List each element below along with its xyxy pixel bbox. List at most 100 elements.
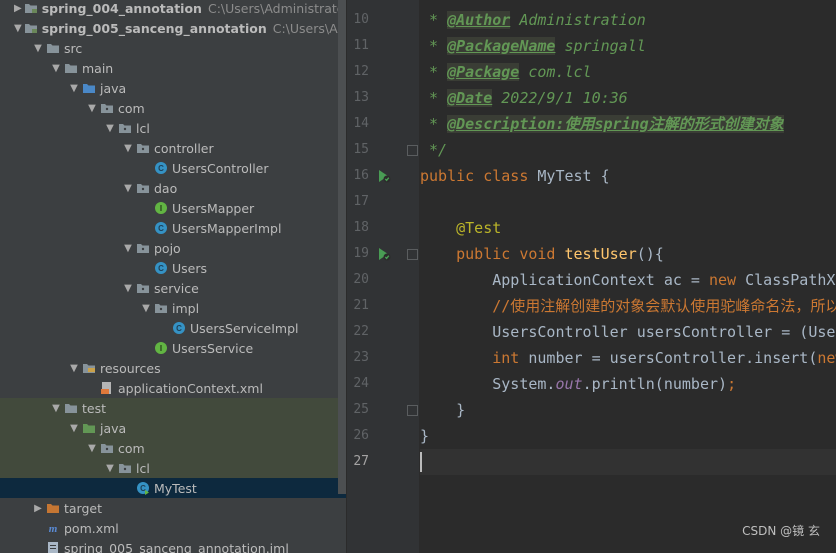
package-icon — [136, 281, 150, 295]
tree-item[interactable]: C UsersServiceImpl — [0, 318, 346, 338]
tree-item[interactable]: ▼ test — [0, 398, 346, 418]
code-token: ApplicationContext ac = — [420, 271, 709, 289]
code-line[interactable]: * @PackageName springall — [420, 33, 646, 59]
code-token: Administration — [510, 11, 646, 29]
tree-item[interactable]: I UsersMapper — [0, 198, 346, 218]
tree-item[interactable]: ▼ com — [0, 438, 346, 458]
code-line[interactable]: * @Package com.lcl — [420, 59, 592, 85]
tree-item-label: spring_004_annotation — [41, 0, 202, 16]
code-token: @Author — [447, 11, 511, 29]
code-token: out — [555, 375, 583, 393]
expand-arrow-icon[interactable]: ▼ — [86, 443, 98, 454]
line-number: 23 — [353, 350, 369, 365]
expand-arrow-icon[interactable]: ▼ — [14, 23, 22, 34]
expand-arrow-icon[interactable]: ▼ — [50, 63, 62, 74]
tree-item[interactable]: ▼ dao — [0, 178, 346, 198]
code-line[interactable]: */ — [420, 137, 447, 163]
tree-item[interactable]: ▼ spring_005_sanceng_annotation C:\Users\A… — [0, 18, 346, 38]
code-token: } — [420, 401, 466, 419]
line-number: 25 — [353, 402, 369, 417]
code-line[interactable]: ApplicationContext ac = new ClassPathXml… — [420, 267, 836, 293]
tree-item-label: impl — [172, 300, 200, 316]
code-token: System. — [420, 375, 556, 393]
expand-arrow-icon[interactable]: ▶ — [14, 3, 22, 14]
tree-item[interactable]: ▼ java — [0, 418, 346, 438]
line-number: 26 — [353, 428, 369, 443]
tree-item-label: test — [82, 400, 107, 416]
expand-arrow-icon[interactable]: ▼ — [32, 43, 44, 54]
tree-item-label: main — [82, 60, 114, 76]
tree-item[interactable]: C MyTest — [0, 478, 346, 498]
code-line[interactable]: System.out.println(number); — [420, 371, 736, 397]
code-line[interactable]: public void testUser(){ — [420, 241, 664, 267]
excluded-folder-icon — [46, 501, 60, 515]
tree-item[interactable]: ▼ java — [0, 78, 346, 98]
tree-item[interactable]: C UsersMapperImpl — [0, 218, 346, 238]
tree-item[interactable]: ▼ main — [0, 58, 346, 78]
expand-arrow-icon[interactable]: ▼ — [104, 123, 116, 134]
code-line[interactable]: @Test — [420, 215, 501, 241]
code-line[interactable]: } — [420, 397, 465, 423]
code-line[interactable]: * @Date 2022/9/1 10:36 — [420, 85, 628, 111]
code-line[interactable]: int number = usersController.insert(new — [420, 345, 836, 371]
tree-item[interactable]: ▼ controller — [0, 138, 346, 158]
expand-arrow-icon[interactable]: ▼ — [68, 83, 80, 94]
tree-item-label: lcl — [136, 460, 150, 476]
tree-item[interactable]: ▼ lcl — [0, 118, 346, 138]
code-line[interactable]: UsersController usersController = (Users… — [420, 319, 836, 345]
svg-text:I: I — [160, 344, 162, 353]
tree-item[interactable]: C Users — [0, 258, 346, 278]
expand-arrow-icon[interactable]: ▼ — [122, 143, 134, 154]
tree-item[interactable]: ▼ resources — [0, 358, 346, 378]
tree-item[interactable]: ▶ spring_004_annotation C:\Users\Administr… — [0, 0, 346, 18]
tree-item[interactable]: m pom.xml — [0, 518, 346, 538]
tree-item[interactable]: applicationContext.xml — [0, 378, 346, 398]
tree-item[interactable]: ▼ lcl — [0, 458, 346, 478]
expand-arrow-icon[interactable]: ▼ — [104, 463, 116, 474]
tree-item-label: pom.xml — [64, 520, 119, 536]
fold-marker-icon[interactable] — [407, 405, 418, 416]
expand-arrow-icon[interactable]: ▼ — [68, 363, 80, 374]
tree-item[interactable]: ▼ impl — [0, 298, 346, 318]
class-icon: C — [154, 221, 168, 235]
tree-item[interactable]: ▼ src — [0, 38, 346, 58]
package-icon — [136, 241, 150, 255]
code-token: public class — [420, 167, 538, 185]
code-line[interactable]: * @Description:使用spring注解的形式创建对象 — [420, 111, 784, 137]
expand-arrow-icon[interactable]: ▼ — [122, 283, 134, 294]
tree-item-label: com — [118, 440, 145, 456]
fold-marker-icon[interactable] — [407, 249, 418, 260]
line-number: 13 — [353, 90, 369, 105]
expand-arrow-icon[interactable]: ▼ — [122, 243, 134, 254]
expand-arrow-icon[interactable]: ▼ — [68, 423, 80, 434]
fold-marker-icon[interactable] — [407, 145, 418, 156]
expand-arrow-icon[interactable]: ▼ — [140, 303, 152, 314]
code-editor[interactable]: * @Author Administration * @PackageName … — [420, 0, 836, 553]
svg-text:C: C — [158, 164, 164, 173]
module-path: C:\Users\Administrator\Ide — [207, 0, 346, 16]
code-line[interactable]: * @Author Administration — [420, 7, 646, 33]
code-line[interactable]: } — [420, 423, 429, 449]
code-line[interactable] — [420, 449, 836, 475]
tree-item[interactable]: ▼ pojo — [0, 238, 346, 258]
tree-item[interactable]: I UsersService — [0, 338, 346, 358]
expand-arrow-icon[interactable]: ▼ — [86, 103, 98, 114]
tree-item[interactable]: ▶ target — [0, 498, 346, 518]
code-line[interactable]: //使用注解创建的对象会默认使用驼峰命名法，所以 — [420, 293, 836, 319]
folder-icon — [64, 61, 78, 75]
tree-item[interactable]: C UsersController — [0, 158, 346, 178]
expand-arrow-icon[interactable]: ▼ — [122, 183, 134, 194]
tree-item[interactable]: ▼ com — [0, 98, 346, 118]
expand-arrow-icon[interactable]: ▼ — [50, 403, 62, 414]
run-test-icon[interactable] — [376, 168, 392, 184]
expand-arrow-icon[interactable]: ▶ — [32, 503, 44, 514]
code-token: int — [492, 349, 529, 367]
tree-item[interactable]: spring_005_sanceng_annotation.iml — [0, 538, 346, 553]
watermark: CSDN @镜 玄 — [742, 524, 820, 538]
project-scrollbar[interactable] — [338, 0, 346, 494]
tree-item[interactable]: ▼ service — [0, 278, 346, 298]
run-test-icon[interactable] — [376, 246, 392, 262]
code-line[interactable]: public class MyTest { — [420, 163, 610, 189]
code-token: * — [420, 89, 448, 107]
